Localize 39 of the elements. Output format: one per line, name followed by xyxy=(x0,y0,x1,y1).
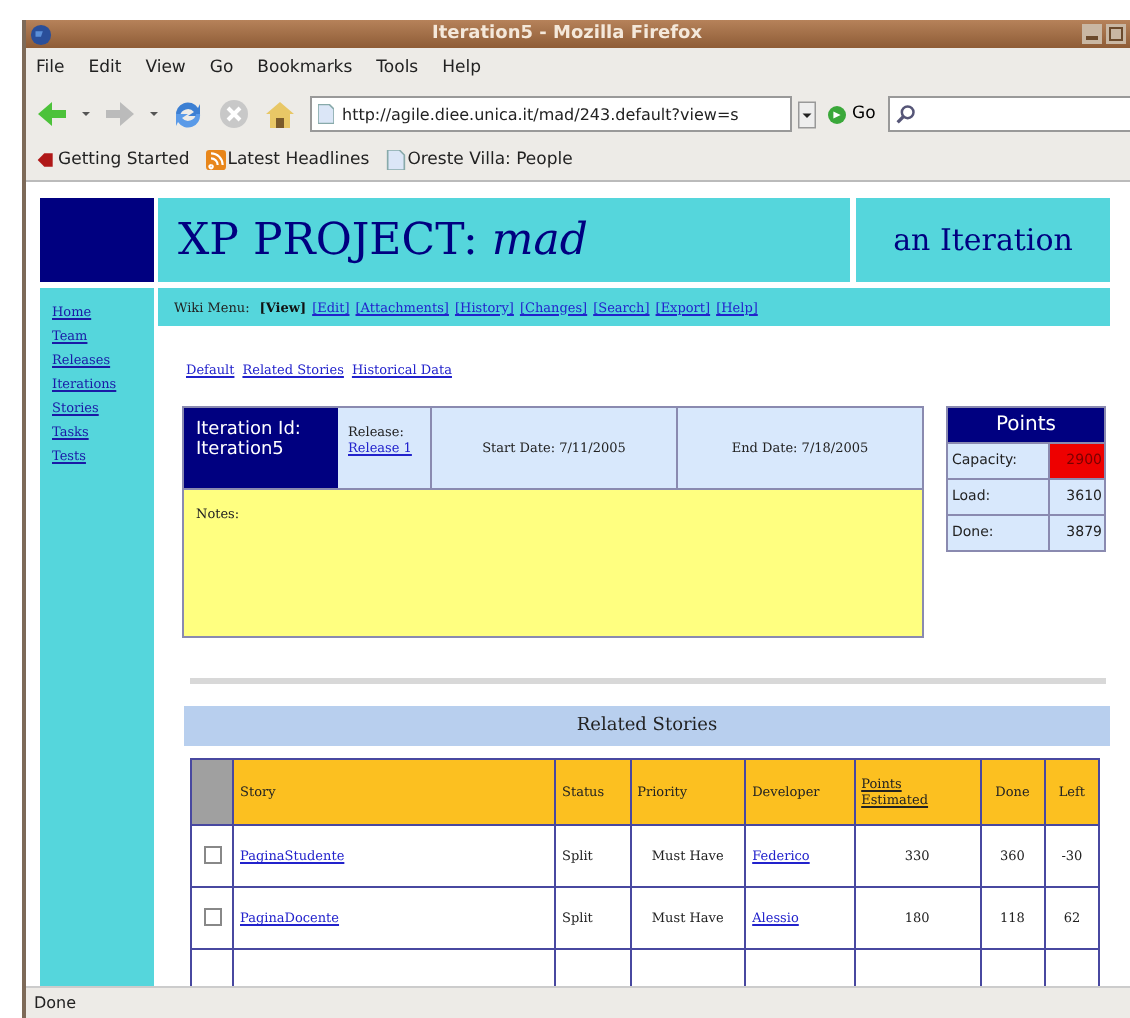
checkbox[interactable] xyxy=(203,845,221,863)
menu-item[interactable]: File xyxy=(36,58,65,78)
menu-item[interactable]: View xyxy=(145,58,186,78)
points-title: Points xyxy=(948,408,1104,442)
back-arrow-icon[interactable] xyxy=(36,98,68,130)
window-title: Iteration5 - Mozilla Firefox xyxy=(429,24,705,44)
bookmark[interactable]: Getting Started xyxy=(36,150,190,170)
bookmark[interactable]: Latest Headlines xyxy=(205,150,370,170)
globe-icon xyxy=(30,23,52,45)
dropdown-icon[interactable] xyxy=(798,97,816,131)
project-title: XP PROJECT: mad xyxy=(178,215,588,265)
page-subtitle: an Iteration xyxy=(856,198,1110,282)
go-button[interactable]: Go xyxy=(822,104,882,124)
logo-block xyxy=(40,198,154,282)
address-field[interactable]: http://agile.diee.unica.it/mad/243.default?view=s xyxy=(310,96,792,132)
page-icon xyxy=(318,104,334,124)
menu-item[interactable]: Help xyxy=(442,58,482,78)
reload-icon[interactable] xyxy=(172,98,204,130)
home-icon[interactable] xyxy=(264,98,296,130)
caret-icon[interactable] xyxy=(82,110,90,118)
go-arrow-icon xyxy=(828,105,846,123)
menu-item[interactable]: Go xyxy=(209,58,234,78)
bookmark[interactable]: Oreste Villa: People xyxy=(385,150,573,170)
minimize-icon[interactable] xyxy=(1082,24,1102,44)
search-field[interactable] xyxy=(887,96,1130,132)
menu-item[interactable]: Tools xyxy=(376,58,419,78)
maximize-icon[interactable] xyxy=(1106,24,1126,44)
status-text: Done xyxy=(26,986,1130,1018)
checkbox[interactable] xyxy=(203,907,221,925)
feed-icon xyxy=(205,150,226,170)
caret-icon[interactable] xyxy=(150,110,158,118)
menu-item[interactable]: Edit xyxy=(88,58,122,78)
menu-item[interactable]: Bookmarks xyxy=(257,58,353,78)
section-title: Related Stories xyxy=(184,706,1110,746)
page-icon xyxy=(385,150,406,170)
search-icon xyxy=(895,104,916,124)
bookmark-icon xyxy=(36,150,56,170)
iteration-id-label: Iteration Id: xyxy=(196,420,303,440)
iteration-id: Iteration5 xyxy=(196,440,286,460)
